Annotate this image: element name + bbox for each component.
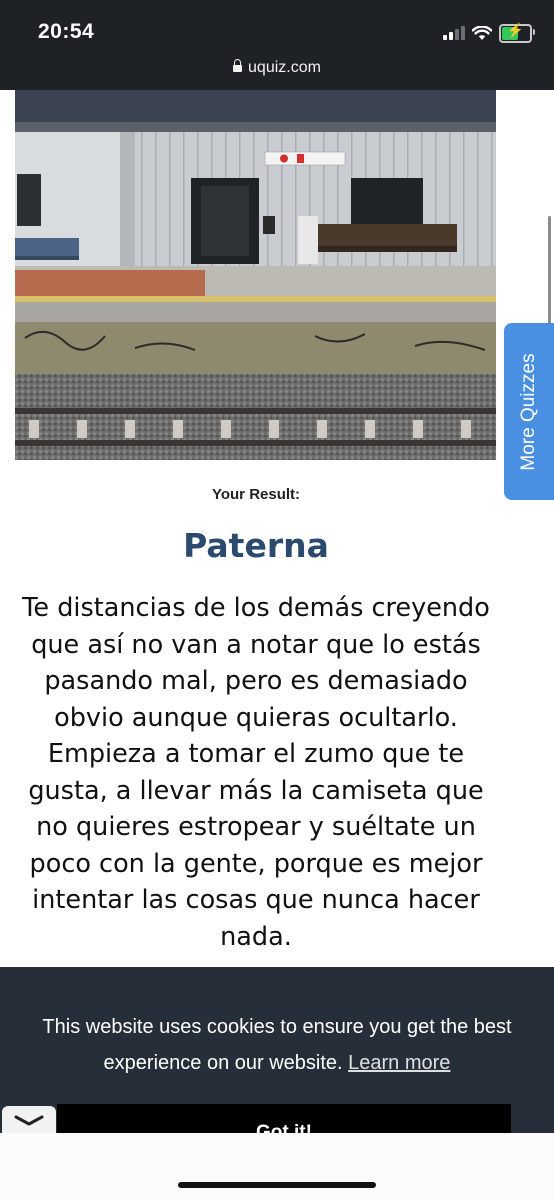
home-indicator[interactable] [178,1182,376,1188]
result-image [15,90,496,460]
battery-icon: ⚡ [499,22,535,43]
learn-more-link[interactable]: Learn more [348,1052,450,1074]
url-text: uquiz.com [248,59,321,76]
scroll-indicator [548,216,551,328]
result-description: Te distancias de los demás creyendo que … [22,593,490,952]
lock-icon [233,59,243,72]
clock: 20:54 [38,20,95,43]
status-icons: ⚡ [443,22,535,44]
got-it-button[interactable]: Got it! [57,1104,511,1133]
collapse-toolbar-button[interactable] [2,1106,56,1136]
more-quizzes-tab[interactable]: More Quizzes [504,323,554,500]
train-station-photo [15,90,496,460]
signal-icon [443,26,465,40]
bottom-safe-area [0,1133,554,1200]
wifi-icon [472,25,492,40]
chevron-down-icon [14,1115,44,1126]
cookie-banner: This website uses cookies to ensure you … [0,967,554,1133]
cookie-message: This website uses cookies to ensure you … [30,1009,524,1081]
more-quizzes-label: More Quizzes [518,352,539,471]
status-bar: 20:54 ⚡ uquiz.com [0,0,554,90]
result-title: Paterna [183,526,329,565]
result-label: Your Result: [211,486,301,503]
address-bar[interactable]: uquiz.com [0,59,554,77]
